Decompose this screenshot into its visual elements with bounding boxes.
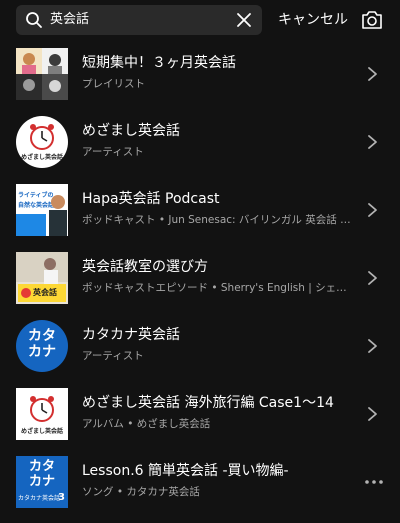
- list-item[interactable]: カタ カナ カタカナ英会話 3 Lesson.6 簡単英会話 -買い物編- ソン…: [0, 448, 400, 516]
- host-photo: [49, 195, 67, 236]
- chevron-right-icon[interactable]: [366, 270, 378, 286]
- top-bar: 英会話 キャンセル: [0, 0, 400, 40]
- cancel-button[interactable]: キャンセル: [278, 5, 348, 35]
- result-subtitle: ポッドキャスト • Jun Senesac: バイリンガル 英会話 &...: [82, 214, 354, 226]
- result-subtitle: ポッドキャストエピソード • Sherry's English | シェリー..…: [82, 282, 354, 294]
- podcast-cover: ライティブの 自然な英会話: [16, 184, 68, 236]
- clear-search-icon[interactable]: [236, 12, 252, 28]
- album-cover: めざまし英会話: [16, 388, 68, 440]
- more-icon[interactable]: [363, 474, 385, 490]
- cover-label: 英会話: [33, 288, 57, 297]
- result-title: 英会話教室の選び方: [82, 259, 208, 275]
- list-item[interactable]: めざまし英会話 めざまし英会話 アーティスト: [0, 108, 400, 176]
- search-input[interactable]: 英会話: [50, 5, 89, 35]
- result-title: カタカナ英会話: [82, 327, 180, 343]
- cover-badge: 3: [58, 492, 65, 503]
- song-cover: カタ カナ カタカナ英会話 3: [16, 456, 68, 508]
- result-subtitle: プレイリスト: [82, 78, 145, 90]
- result-subtitle: アルバム • めざまし英会話: [82, 418, 211, 430]
- list-item[interactable]: 短期集中！３ヶ月英会話 プレイリスト: [0, 40, 400, 108]
- search-icon: [26, 12, 42, 28]
- result-title: Lesson.6 簡単英会話 -買い物編-: [82, 463, 289, 479]
- playlist-thumbnail: [16, 48, 68, 100]
- camera-icon[interactable]: [361, 10, 383, 30]
- chevron-right-icon[interactable]: [366, 406, 378, 422]
- episode-cover: 英会話: [16, 252, 68, 304]
- katakana-logo-line1: カタ: [28, 459, 55, 474]
- chevron-right-icon[interactable]: [366, 338, 378, 354]
- result-title: めざまし英会話 海外旅行編 Case1〜14: [82, 395, 334, 411]
- thumb-caption: めざまし英会話: [20, 428, 63, 435]
- result-title: 短期集中！３ヶ月英会話: [82, 55, 236, 71]
- artist-avatar: めざまし英会話: [16, 116, 68, 168]
- result-title: Hapa英会話 Podcast: [82, 191, 220, 207]
- result-subtitle: ソング • カタカナ英会話: [82, 486, 200, 498]
- chevron-right-icon[interactable]: [366, 66, 378, 82]
- katakana-logo-line1: カタ: [28, 328, 56, 344]
- chevron-right-icon[interactable]: [366, 134, 378, 150]
- list-item[interactable]: ライティブの 自然な英会話 Hapa英会話 Podcast ポッドキャスト • …: [0, 176, 400, 244]
- cover-caption: カタカナ英会話: [18, 495, 61, 502]
- chevron-right-icon[interactable]: [366, 202, 378, 218]
- result-title: めざまし英会話: [82, 123, 180, 139]
- katakana-logo-line2: カナ: [28, 344, 56, 360]
- result-subtitle: アーティスト: [82, 146, 144, 158]
- list-item[interactable]: 英会話 英会話教室の選び方 ポッドキャストエピソード • Sherry's En…: [0, 244, 400, 312]
- list-item[interactable]: めざまし英会話 めざまし英会話 海外旅行編 Case1〜14 アルバム • めざ…: [0, 380, 400, 448]
- search-box[interactable]: 英会話: [16, 5, 262, 35]
- result-subtitle: アーティスト: [82, 350, 144, 362]
- thumb-caption: めざまし英会話: [20, 154, 63, 161]
- katakana-logo-line2: カナ: [28, 474, 55, 489]
- artist-avatar: カタ カナ: [16, 320, 68, 372]
- list-item[interactable]: カタ カナ カタカナ英会話 アーティスト: [0, 312, 400, 380]
